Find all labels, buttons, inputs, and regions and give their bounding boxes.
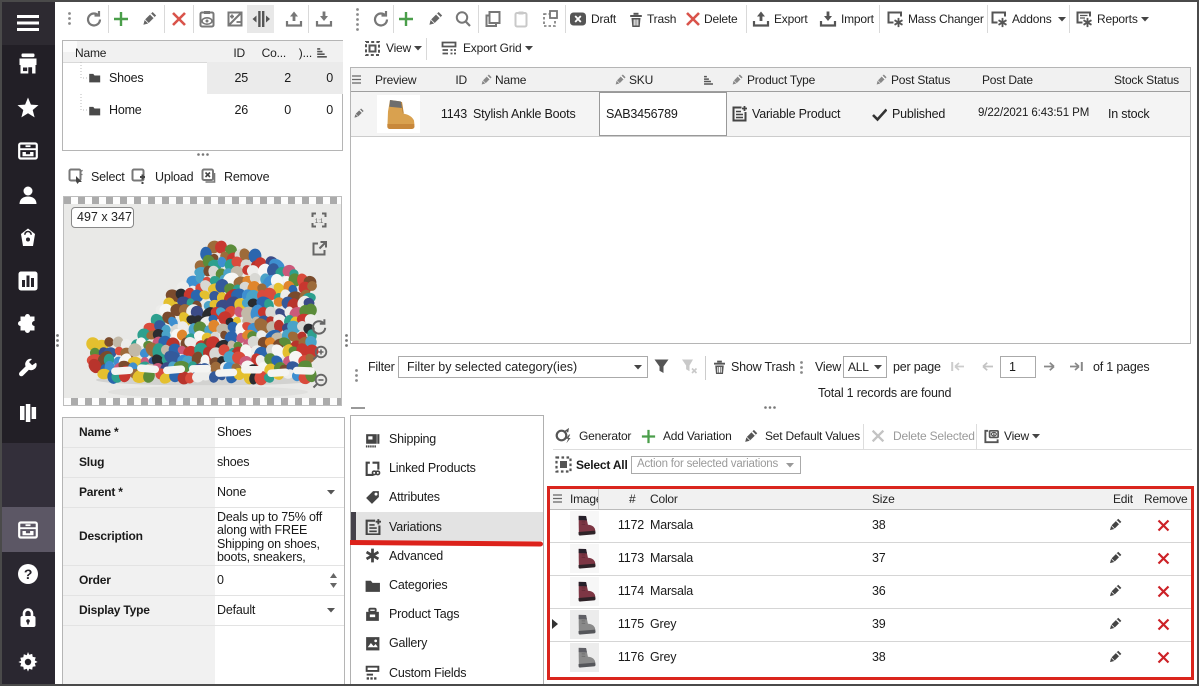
svg-text:1:1: 1:1 <box>315 218 324 225</box>
svg-text:?: ? <box>24 566 32 582</box>
